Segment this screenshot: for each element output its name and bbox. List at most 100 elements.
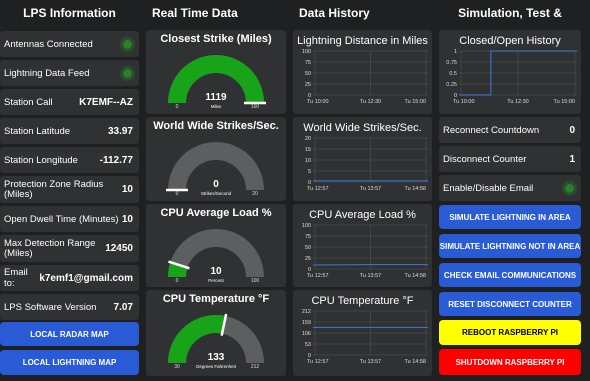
version-value: 7.07 xyxy=(113,301,133,313)
chart-title: CPU Temperature °F xyxy=(311,295,414,307)
chart-xtick-label: Tu 12:57 xyxy=(307,186,329,192)
gauge-max: 20 xyxy=(252,191,258,197)
reconnect-label: Reconnect Countdown xyxy=(443,124,540,136)
chart-ytick-label: 5 xyxy=(308,169,311,175)
local-lightning-map-button[interactable]: LOCAL LIGHTNING MAP xyxy=(0,350,139,375)
gauge-worldwide-strikes: 0Strikes/Second0 20 xyxy=(166,142,264,197)
chart-ytick-label: 159 xyxy=(302,320,311,326)
chart-title: World Wide Strikes/Sec. xyxy=(303,122,422,134)
chart-xtick-label: Tu 13:57 xyxy=(360,359,382,365)
gauge-min: 0 xyxy=(176,278,179,284)
lps-header: LPS Information xyxy=(23,6,116,20)
chart-ytick-label: 10 xyxy=(305,158,311,164)
latitude-value: 33.97 xyxy=(107,125,133,137)
gauge-max: 100 xyxy=(251,278,260,284)
email-toggle-row[interactable]: Enable/Disable Email xyxy=(439,175,581,201)
chart-ytick-label: 0.25 xyxy=(446,82,457,88)
email-toggle-led-icon[interactable] xyxy=(564,182,575,194)
gauge-card-cpu-load: CPU Average Load % 10 Percent 0 100 xyxy=(146,204,286,287)
reconnect-row: Reconnect Countdown 0 xyxy=(439,117,581,143)
chart-cpu-temp: 212159106530Tu 12:57 Tu 13:57 Tu 14:58 xyxy=(302,309,428,365)
realtime-header: Real Time Data xyxy=(152,6,238,20)
gauge-card-worldwide-strikes: World Wide Strikes/Sec. 0 Strikes/Second 0… xyxy=(146,117,286,201)
sim-column: Simulation, Test & Control Closed/Open H… xyxy=(439,0,581,375)
chart-ytick-label: 1 xyxy=(454,49,457,55)
gauge-cpu-load: 10Percent 0 100 xyxy=(168,229,264,284)
longitude-row: Station Longitude -112.77 xyxy=(0,147,139,173)
chart-card-worldwide-strikes: World Wide Strikes/Sec. 20 15 10 5 0 Tu 12:57… xyxy=(293,117,432,201)
simulate-lightning-not-in-area-button[interactable]: SIMULATE LIGHTNING NOT IN AREA xyxy=(439,234,581,258)
max-range-row: Max Detection Range (Miles) 12450 xyxy=(0,235,139,262)
email-row: Email to: k7emf1@gmail.com xyxy=(0,265,139,291)
chart-xtick-label: Tu 14:58 xyxy=(404,273,426,279)
lps-column: LPS Information Antennas Connected Light… xyxy=(0,0,139,375)
chart-xtick-label: Tu 14:58 xyxy=(404,359,426,365)
lightning-feed-status-led-icon xyxy=(122,67,133,79)
reboot-raspberry-pi-button[interactable]: REBOOT RASPBERRY PI xyxy=(439,320,581,345)
chart-ytick-label: 50 xyxy=(305,245,311,251)
gauge-title: World Wide Strikes/Sec. xyxy=(153,120,279,132)
chart-ytick-label: 15 xyxy=(305,147,311,153)
version-row: LPS Software Version 7.07 xyxy=(0,294,139,320)
chart-card-closed-open-history: Closed/Open History 1 0.75 0.5 0.25 0 Tu 10:0… xyxy=(439,30,581,114)
chart-xtick-label: Tu 15:00 xyxy=(553,99,575,105)
station-call-row: Station Call K7EMF--AZ xyxy=(0,89,139,115)
gauge-card-closest-strike: Closest Strike (Miles) 1119 Miles 0 100 xyxy=(146,30,286,114)
gauge-unit: Degrees Fahrenheit xyxy=(196,364,237,369)
chart-ytick-label: 20 xyxy=(305,136,311,142)
longitude-label: Station Longitude xyxy=(4,154,78,166)
reset-disconnect-counter-button[interactable]: RESET DISCONNECT COUNTER xyxy=(439,292,581,316)
chart-xtick-label: Tu 10:00 xyxy=(453,99,475,105)
chart-xtick-label: Tu 10:00 xyxy=(307,99,329,105)
gauge-min: 30 xyxy=(174,364,180,370)
gauge-closest-strike: 1119Miles 0 100 xyxy=(168,55,266,110)
gauge-card-cpu-temp: CPU Temperature °F 133 Degrees Fahrenheit… xyxy=(146,290,286,376)
antennas-label: Antennas Connected xyxy=(4,38,93,50)
history-column: Data History Lightning Distance in Miles… xyxy=(293,0,432,376)
lightning-feed-label: Lightning Data Feed xyxy=(4,67,90,79)
chart-cpu-load: 1007550250Tu 12:57 Tu 13:57 Tu 14:58 xyxy=(302,223,428,279)
latitude-label: Station Latitude xyxy=(4,125,71,137)
chart-closed-open-history: 10.750.50.250Tu 10:00 Tu 12:30 Tu 15:00 xyxy=(446,49,577,105)
max-range-label: Max Detection Range (Miles) xyxy=(4,237,96,259)
chart-card-cpu-temp: CPU Temperature °F 212 159 106 53 0 Tu 12:57 T… xyxy=(293,290,432,376)
chart-ytick-label: 212 xyxy=(302,309,311,315)
chart-title: Closed/Open History xyxy=(459,35,561,47)
chart-ytick-label: 0.75 xyxy=(446,60,457,66)
chart-ytick-label: 75 xyxy=(305,234,311,240)
shutdown-raspberry-pi-button[interactable]: SHUTDOWN RASPBERRY PI xyxy=(439,349,581,375)
gauge-value: 10 xyxy=(210,266,222,277)
gauge-value: 0 xyxy=(213,179,219,190)
dwell-time-value: 10 xyxy=(121,213,133,225)
simulate-lightning-in-area-button[interactable]: SIMULATE LIGHTNING IN AREA xyxy=(439,205,581,229)
check-email-button[interactable]: CHECK EMAIL COMMUNICATIONS xyxy=(439,263,581,287)
gauge-title: CPU Average Load % xyxy=(160,207,272,219)
gauge-min: 0 xyxy=(176,104,179,110)
gauge-min: 0 xyxy=(176,191,179,197)
gauge-value: 1119 xyxy=(205,92,227,103)
protection-zone-row: Protection Zone Radius (Miles) 10 xyxy=(0,176,139,203)
local-radar-map-button[interactable]: LOCAL RADAR MAP xyxy=(0,322,139,346)
chart-xtick-label: Tu 12:57 xyxy=(307,359,329,365)
dwell-time-row: Open Dwell Time (Minutes) 10 xyxy=(0,206,139,232)
station-call-label: Station Call xyxy=(4,96,53,108)
gauge-fill xyxy=(168,262,188,278)
chart-ytick-label: 100 xyxy=(302,49,311,55)
chart-card-cpu-load: CPU Average Load % 100 75 50 25 0 Tu 12:57 Tu … xyxy=(293,204,432,287)
disconnect-row: Disconnect Counter 1 xyxy=(439,146,581,172)
chart-xtick-label: Tu 13:57 xyxy=(360,186,382,192)
chart-ytick-label: 0.5 xyxy=(449,71,457,77)
gauge-max: 100 xyxy=(251,104,260,110)
sim-header: Simulation, Test & Control xyxy=(458,6,562,46)
email-value: k7emf1@gmail.com xyxy=(39,272,133,284)
chart-title: CPU Average Load % xyxy=(309,209,416,221)
email-label: Email to: xyxy=(4,267,28,289)
chart-xtick-label: Tu 12:30 xyxy=(507,99,529,105)
chart-card-lightning-distance: Lightning Distance in Miles 100 75 50 25 0 Tu… xyxy=(293,30,432,114)
gauge-cpu-temp: 133Degrees Fahrenheit 30 212 xyxy=(168,313,264,370)
chart-xtick-label: Tu 12:57 xyxy=(307,273,329,279)
longitude-value: -112.77 xyxy=(99,154,133,166)
antennas-row: Antennas Connected xyxy=(0,31,139,57)
chart-lightning-distance: 1007550250Tu 10:00 Tu 12:30 Tu 15:00 xyxy=(302,49,428,105)
chart-xtick-label: Tu 13:57 xyxy=(360,273,382,279)
